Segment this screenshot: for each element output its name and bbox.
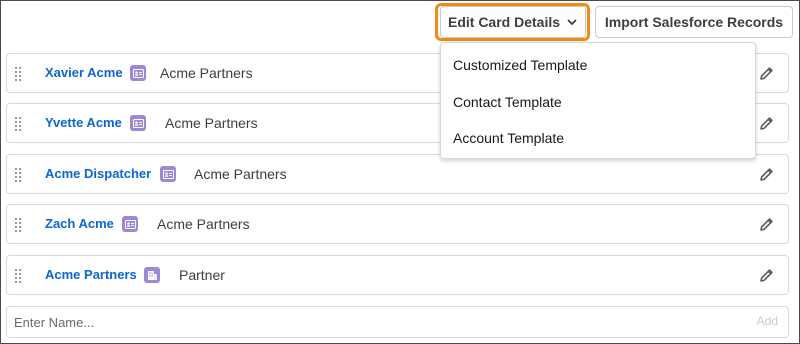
edit-card-details-button[interactable]: Edit Card Details: [440, 6, 586, 38]
record-org-label: Partner: [179, 267, 225, 283]
contact-card-icon: [130, 65, 146, 81]
drag-handle-icon[interactable]: [15, 218, 23, 232]
contact-card-icon: [122, 216, 138, 232]
chevron-down-icon: [567, 19, 577, 25]
drag-handle-icon[interactable]: [15, 269, 23, 283]
import-salesforce-records-button[interactable]: Import Salesforce Records: [595, 6, 793, 38]
contact-card-icon: [160, 166, 176, 182]
record-name-link[interactable]: Yvette Acme: [45, 115, 122, 130]
record-name-link[interactable]: Xavier Acme: [45, 65, 123, 80]
record-org-label: Acme Partners: [160, 65, 253, 81]
drag-handle-icon[interactable]: [15, 117, 23, 131]
new-entry-row: Add: [6, 306, 789, 338]
edit-pencil-icon[interactable]: [758, 216, 775, 233]
record-org-label: Acme Partners: [157, 216, 250, 232]
menu-item-contact-template[interactable]: Contact Template: [441, 84, 755, 121]
account-building-icon: [144, 267, 160, 283]
edit-pencil-icon[interactable]: [758, 115, 775, 132]
record-name-link[interactable]: Zach Acme: [45, 216, 114, 231]
contact-card-icon: [130, 115, 146, 131]
edit-card-details-label: Edit Card Details: [447, 14, 561, 30]
name-input[interactable]: [8, 308, 728, 336]
import-label: Import Salesforce Records: [604, 14, 784, 30]
record-row: Acme Dispatcher Acme Partners: [6, 154, 789, 194]
drag-handle-icon[interactable]: [15, 168, 23, 182]
record-name-link[interactable]: Acme Dispatcher: [45, 166, 151, 181]
record-name-link[interactable]: Acme Partners: [45, 267, 137, 282]
record-org-label: Acme Partners: [194, 166, 287, 182]
edit-pencil-icon[interactable]: [758, 267, 775, 284]
edit-card-dropdown-menu: Customized Template Contact Template Acc…: [440, 42, 756, 159]
record-row: Acme Partners Partner: [6, 255, 789, 295]
record-org-label: Acme Partners: [165, 115, 258, 131]
drag-handle-icon[interactable]: [15, 67, 23, 81]
add-button[interactable]: Add: [757, 314, 778, 328]
edit-pencil-icon[interactable]: [758, 166, 775, 183]
edit-pencil-icon[interactable]: [758, 65, 775, 82]
menu-item-customized-template[interactable]: Customized Template: [441, 47, 755, 84]
record-row: Zach Acme Acme Partners: [6, 204, 789, 244]
menu-item-account-template[interactable]: Account Template: [441, 120, 755, 157]
